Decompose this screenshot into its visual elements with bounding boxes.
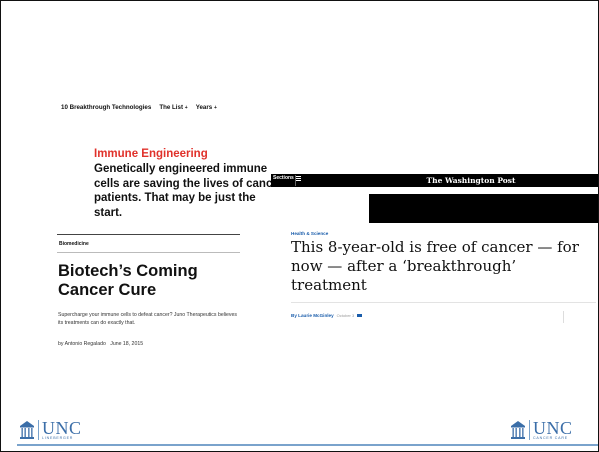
footer-rule [17,444,598,446]
divider [291,302,596,303]
old-well-icon [511,420,525,439]
article-dek: Genetically engineered immune cells are … [94,163,284,219]
publish-date: October 3 [336,313,355,318]
divider [57,234,240,235]
old-well-icon [20,420,34,439]
wapo-headline: This 8-year-old is free of cancer — for … [291,238,579,294]
ad-banner [369,194,598,223]
author-link[interactable]: Laurie McGinley [298,313,334,318]
top-nav: 10 Breakthrough Technologies The List + … [61,104,217,111]
cancer-care-label: CANCER CARE [533,436,568,440]
category-label[interactable]: Biomedicine [59,241,89,247]
section-label[interactable]: Health & Science [291,231,328,236]
slide: 10 Breakthrough Technologies The List + … [0,0,599,452]
nav-link-list[interactable]: The List + [159,104,187,111]
hamburger-icon [295,175,301,181]
article-kicker: Immune Engineering [94,148,208,160]
unc-lineberger-logo: UNC LINEBERGER [19,419,82,441]
nav-link-breakthrough[interactable]: 10 Breakthrough Technologies [61,104,151,111]
lineberger-label: LINEBERGER [42,436,74,440]
article-summary: Supercharge your immune cells to defeat … [58,312,237,326]
unc-wordmark: UNC [533,418,573,438]
divider [563,311,564,323]
sections-menu-button[interactable]: Sections [273,175,301,181]
plus-icon: + [184,105,188,111]
divider [529,419,530,440]
divider [295,175,296,186]
sections-label: Sections [273,175,294,181]
article-headline[interactable]: Biotech’s Coming Cancer Cure [58,262,258,300]
wapo-byline: By Laurie McGinley October 3 [291,313,363,318]
unc-cancer-care-logo: UNC CANCER CARE [510,419,573,441]
divider [38,419,39,440]
divider [57,252,240,253]
email-icon[interactable] [357,313,363,318]
publish-date: June 18, 2015 [110,341,144,347]
author-name[interactable]: by Antonio Regalado [58,341,106,347]
byline-prefix: By [291,313,297,318]
wapo-logo[interactable]: The Washington Post [371,174,571,187]
plus-icon: + [213,105,217,111]
unc-wordmark: UNC [42,418,82,438]
nav-link-years[interactable]: Years + [196,104,217,111]
article-byline: by Antonio Regalado June 18, 2015 [58,341,143,347]
